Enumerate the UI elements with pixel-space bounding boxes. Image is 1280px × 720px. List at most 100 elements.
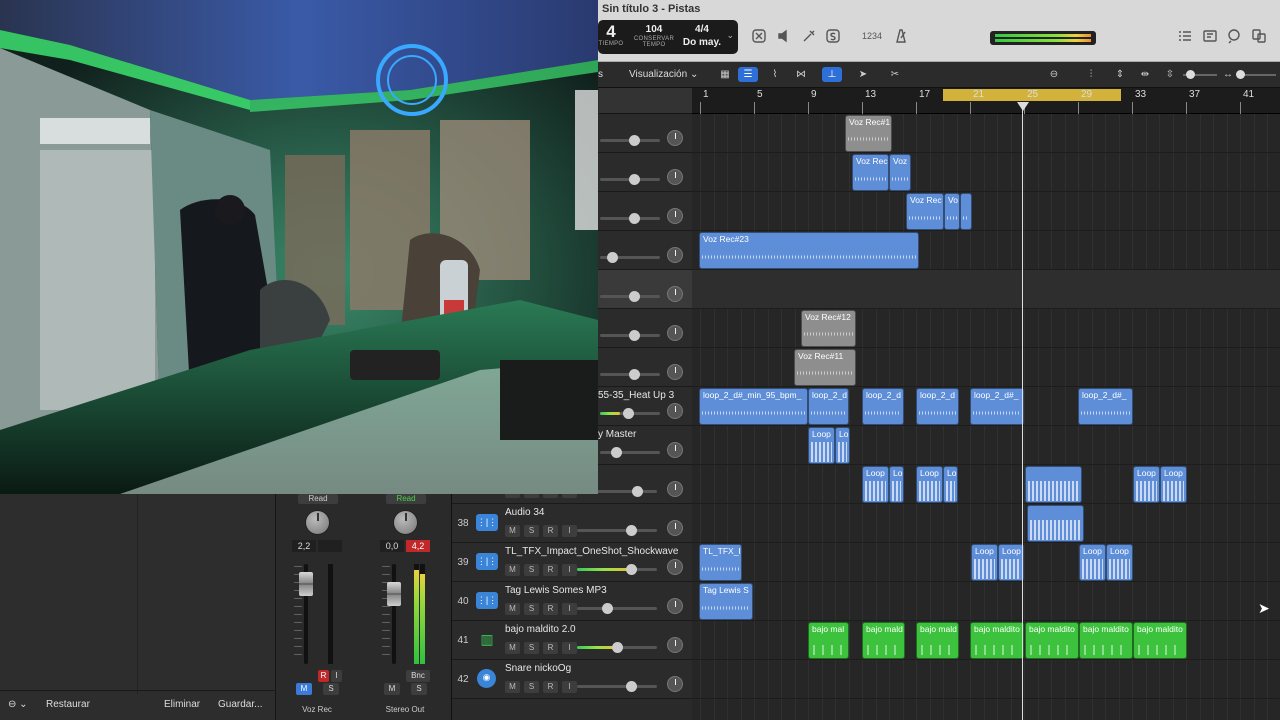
audio-region[interactable]: Loop [1106, 544, 1133, 581]
audio-region[interactable] [1027, 505, 1084, 542]
volume-knob[interactable] [612, 642, 623, 653]
pan-knob[interactable] [667, 637, 683, 653]
pan-knob[interactable] [667, 559, 683, 575]
track-view-icon[interactable]: ☰ [738, 67, 758, 82]
solo-button[interactable]: S [411, 683, 427, 695]
volume-knob[interactable] [629, 330, 640, 341]
volume-slider[interactable] [577, 564, 657, 575]
audio-region[interactable]: Loop [1133, 466, 1160, 503]
track-lane[interactable] [692, 153, 1280, 192]
flex-icon[interactable]: ⋈ [791, 67, 811, 82]
automation-mode[interactable]: Read [298, 494, 338, 504]
volume-slider[interactable] [600, 447, 660, 458]
pan-knob[interactable] [667, 481, 683, 497]
track-name[interactable]: Audio 34 [505, 507, 544, 518]
midi-region[interactable]: bajo mald [862, 622, 905, 659]
track-name[interactable]: y Master [598, 429, 636, 440]
track-name[interactable]: bajo maldito 2.0 [505, 624, 576, 635]
edit-menu-partial[interactable]: s [598, 69, 603, 80]
list-editors-icon[interactable] [1176, 28, 1194, 46]
solo-button[interactable]: S [524, 564, 539, 576]
pan-knob[interactable] [667, 442, 683, 458]
input-monitor-button[interactable]: I [562, 603, 577, 615]
pan-knob[interactable] [667, 364, 683, 380]
pan-knob[interactable] [667, 403, 683, 419]
volume-slider[interactable] [577, 642, 657, 653]
volume-slider[interactable] [600, 408, 660, 419]
restore-button[interactable]: Restaurar [46, 699, 90, 710]
audio-region[interactable]: Vo [944, 193, 960, 230]
solo-icon[interactable] [824, 28, 842, 46]
pan-knob[interactable] [667, 286, 683, 302]
record-button[interactable]: R [543, 564, 558, 576]
track-name[interactable]: 55-35_Heat Up 3 [598, 390, 674, 401]
audio-region[interactable]: Voz Rec#1 [845, 115, 892, 152]
count-in-button[interactable]: 1234 [862, 31, 882, 41]
solo-button[interactable]: S [524, 525, 539, 537]
track-lane[interactable] [692, 504, 1280, 543]
audio-region[interactable]: Voz Rec#12 [801, 310, 856, 347]
volume-knob[interactable] [602, 603, 613, 614]
audio-region[interactable]: Lo [889, 466, 904, 503]
pan-knob[interactable] [667, 598, 683, 614]
audio-region[interactable]: loop_2_d [916, 388, 959, 425]
save-button[interactable]: Guardar... [218, 699, 262, 710]
waveform-zoom-icon[interactable]: ⫶ [1081, 67, 1101, 82]
pencil-tool-icon[interactable]: ✂ [885, 67, 905, 82]
metronome-icon[interactable] [892, 28, 910, 46]
volume-knob[interactable] [626, 681, 637, 692]
audio-region[interactable]: Loop [808, 427, 835, 464]
volume-fader[interactable] [299, 572, 313, 596]
volume-knob[interactable] [607, 252, 618, 263]
audio-region[interactable]: loop_2_d [808, 388, 849, 425]
volume-slider[interactable] [600, 135, 660, 146]
volume-slider[interactable] [600, 213, 660, 224]
volume-slider[interactable] [577, 603, 657, 614]
volume-knob[interactable] [629, 369, 640, 380]
midi-region[interactable]: bajo maldito [1079, 622, 1133, 659]
track-header[interactable]: 39 ⋮|⋮ TL_TFX_Impact_OneShot_Shockwave M S R I [452, 543, 693, 582]
mute-button[interactable]: M [505, 564, 520, 576]
pan-knob[interactable] [667, 130, 683, 146]
input-monitor-button[interactable]: I [562, 564, 577, 576]
pan-knob[interactable] [305, 510, 330, 535]
track-header[interactable]: 40 ⋮|⋮ Tag Lewis Somes MP3 M S R I [452, 582, 693, 621]
audio-region[interactable]: Loop [971, 544, 998, 581]
mute-button[interactable]: M [505, 642, 520, 654]
record-button[interactable]: R [543, 603, 558, 615]
track-name[interactable]: Snare nickoOg [505, 663, 571, 674]
midi-region[interactable]: bajo maldito [1025, 622, 1079, 659]
audio-region[interactable]: loop_2_d [862, 388, 904, 425]
playhead-handle[interactable] [1017, 102, 1029, 111]
audio-region[interactable]: Voz Rec [852, 154, 889, 191]
volume-fader-track[interactable] [392, 564, 396, 664]
timeline-ruler[interactable]: 1 5 9 13 17 21 25 29 33 37 41 [692, 88, 1280, 114]
mute-button[interactable]: M [296, 683, 312, 695]
audio-region[interactable] [1025, 466, 1082, 503]
volume-fader[interactable] [387, 582, 401, 606]
audio-region[interactable]: Loop [862, 466, 889, 503]
midi-region[interactable]: bajo maldito [970, 622, 1024, 659]
volume-slider[interactable] [577, 681, 657, 692]
volume-knob[interactable] [632, 486, 643, 497]
pointer-tool-icon[interactable]: ➤ [853, 67, 873, 82]
solo-button[interactable]: S [524, 642, 539, 654]
audio-region[interactable]: loop_2_d#_ [970, 388, 1024, 425]
replace-icon[interactable] [750, 28, 768, 46]
record-enable-button[interactable]: R [318, 670, 329, 682]
track-lane[interactable] [692, 348, 1280, 387]
arrange-area[interactable]: 1 5 9 13 17 21 25 29 33 37 41 Voz Rec#1 Voz Rec Voz V… [692, 88, 1280, 720]
browser-icon[interactable] [1250, 28, 1268, 46]
lcd-tempo[interactable]: 104 CONSERVAR TEMPO [632, 23, 676, 48]
volume-knob[interactable] [623, 408, 634, 419]
track-name[interactable]: TL_TFX_Impact_OneShot_Shockwave [505, 546, 678, 557]
catch-playhead-icon[interactable]: ⊥ [822, 67, 842, 82]
automation-mode[interactable]: Read [386, 494, 426, 504]
track-lane[interactable] [692, 465, 1280, 504]
mute-button[interactable]: M [505, 525, 520, 537]
audio-region[interactable]: Voz Rec#23 [699, 232, 919, 269]
mute-button[interactable]: M [505, 681, 520, 693]
pan-knob[interactable] [667, 247, 683, 263]
pan-knob[interactable] [667, 208, 683, 224]
fit-horizontal-icon[interactable]: ⇹ [1135, 67, 1155, 82]
